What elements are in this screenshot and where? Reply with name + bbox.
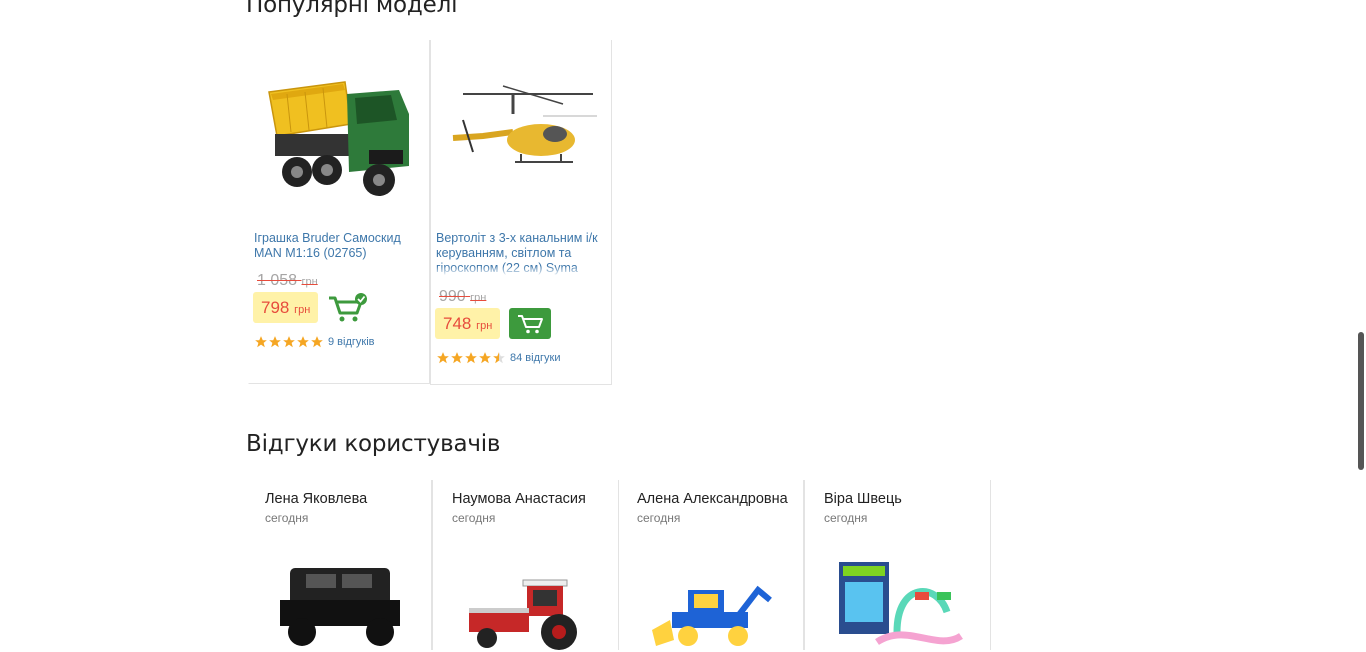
reviewer-name: Лена Яковлева — [265, 491, 368, 507]
product-title-link[interactable]: Вертоліт з 3-х канальним і/к керуванням,… — [436, 231, 601, 276]
star-full-icon — [465, 352, 477, 364]
reviews-count-link[interactable]: 9 відгуків — [328, 336, 375, 348]
star-full-icon — [269, 336, 281, 348]
popular-models-heading: Популярні моделі — [246, 0, 458, 18]
review-card[interactable]: Віра Швець сегодня — [804, 480, 991, 650]
old-price: 990 грн — [439, 288, 487, 305]
rating-stars — [254, 335, 324, 349]
product-card[interactable]: Іграшка Bruder Самоскид MAN M1:16 (02765… — [248, 40, 430, 384]
dump-truck-image[interactable] — [261, 54, 417, 214]
review-date: сегодня — [452, 511, 496, 525]
reviewer-name: Алена Александровна — [637, 491, 788, 507]
add-to-cart-button[interactable] — [509, 308, 551, 339]
red-tractor-image[interactable] — [463, 560, 593, 650]
product-card[interactable]: Вертоліт з 3-х канальним і/к керуванням,… — [430, 40, 612, 385]
star-half-icon — [493, 352, 505, 364]
review-card[interactable]: Алена Александровна сегодня — [618, 480, 804, 650]
product-title-link[interactable]: Іграшка Bruder Самоскид MAN M1:16 (02765… — [254, 231, 419, 261]
review-date: сегодня — [265, 511, 309, 525]
black-jeep-image[interactable] — [276, 560, 406, 650]
old-price: 1 058 грн — [257, 272, 318, 289]
star-full-icon — [297, 336, 309, 348]
rating-stars — [436, 351, 506, 365]
reviewer-name: Наумова Анастасия — [452, 491, 586, 507]
in-cart-icon[interactable] — [327, 292, 369, 323]
helicopter-image[interactable] — [443, 54, 599, 214]
star-full-icon — [311, 336, 323, 348]
race-track-image[interactable] — [837, 562, 967, 652]
blue-excavator-image[interactable] — [648, 560, 778, 650]
review-card[interactable]: Лена Яковлева сегодня — [246, 480, 432, 650]
user-reviews-heading: Відгуки користувачів — [246, 431, 501, 457]
reviews-count-link[interactable]: 84 відгуки — [510, 352, 560, 364]
star-full-icon — [437, 352, 449, 364]
rating: 9 відгуків — [254, 335, 375, 349]
current-price: 798 грн — [253, 292, 319, 323]
reviewer-name: Віра Швець — [824, 491, 902, 507]
review-date: сегодня — [637, 511, 681, 525]
review-date: сегодня — [824, 511, 868, 525]
star-full-icon — [283, 336, 295, 348]
page-scrollbar-thumb[interactable] — [1358, 332, 1364, 470]
star-full-icon — [451, 352, 463, 364]
rating: 84 відгуки — [436, 351, 560, 365]
review-card[interactable]: Наумова Анастасия сегодня — [432, 480, 619, 650]
star-full-icon — [479, 352, 491, 364]
star-full-icon — [255, 336, 267, 348]
current-price: 748 грн — [435, 308, 501, 339]
